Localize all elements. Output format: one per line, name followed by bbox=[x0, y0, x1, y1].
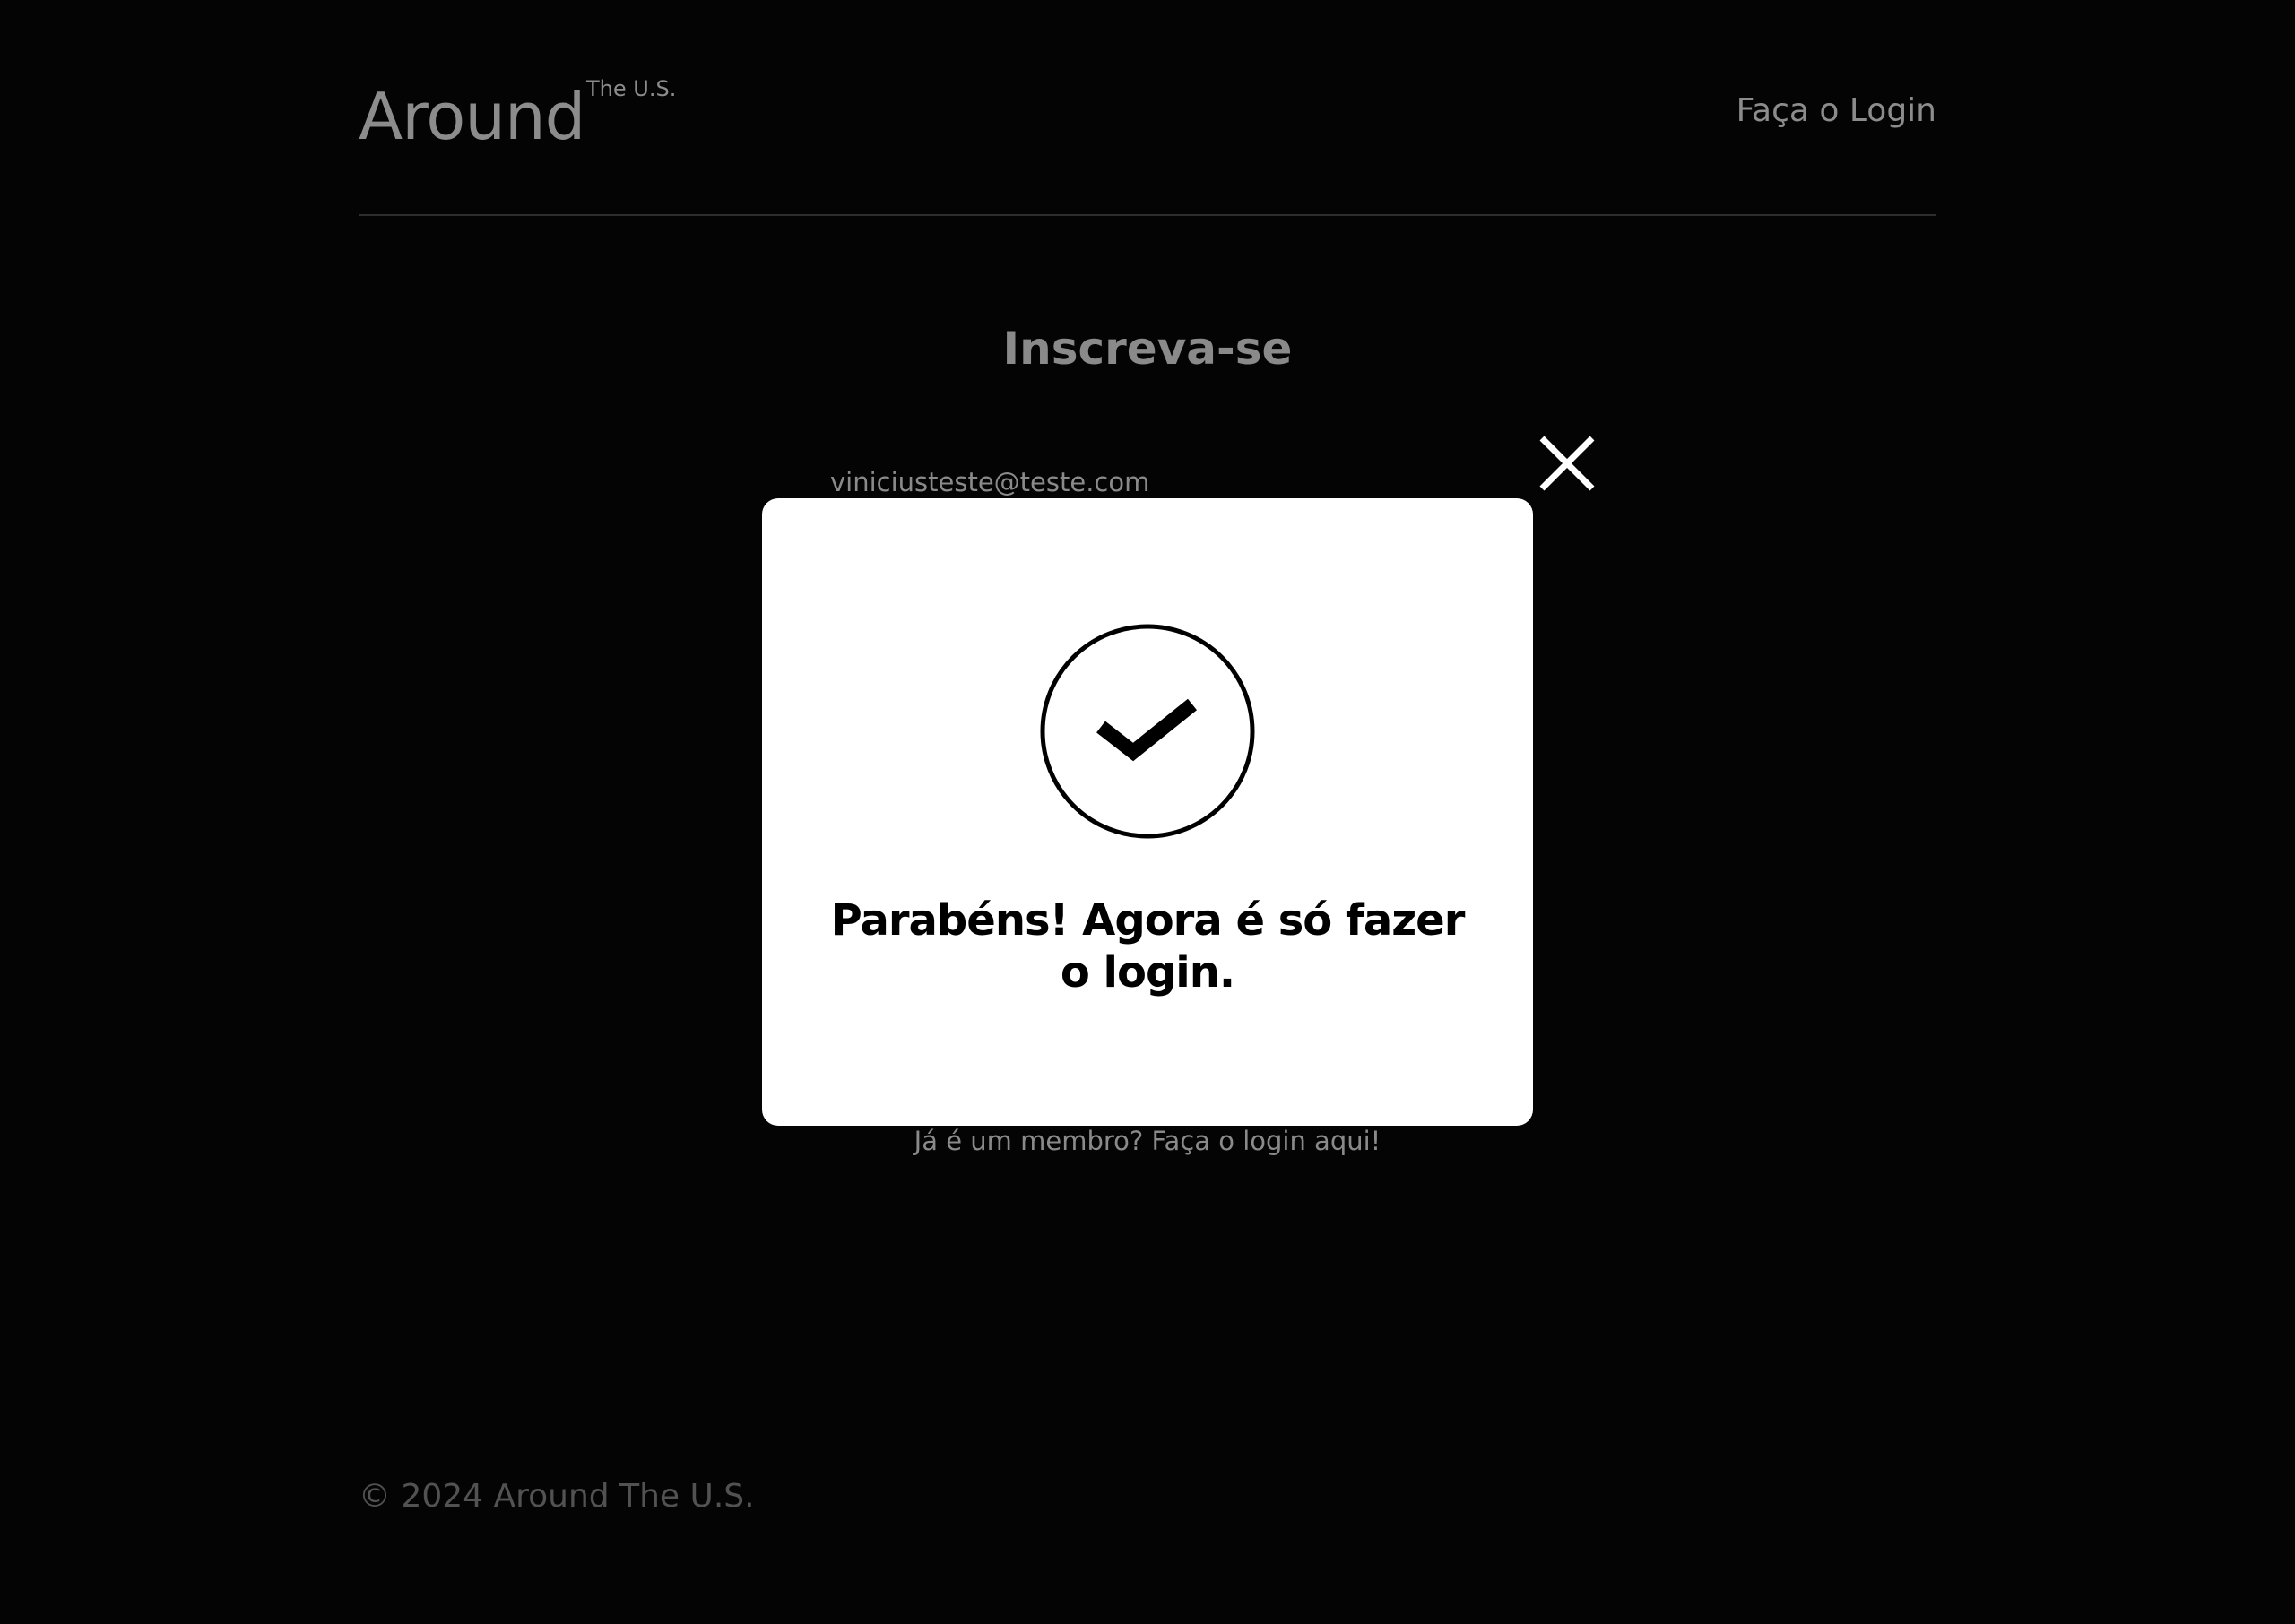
form-title: Inscreva-se bbox=[1002, 323, 1293, 375]
success-modal: Parabéns! Agora é só fazer o login. bbox=[762, 498, 1533, 1126]
check-circle-icon bbox=[1040, 624, 1255, 839]
success-message: Parabéns! Agora é só fazer o login. bbox=[830, 895, 1466, 998]
logo-main-text: Around bbox=[359, 79, 585, 154]
close-icon[interactable] bbox=[1537, 433, 1598, 494]
close-icon-svg bbox=[1539, 436, 1595, 491]
logo: Around The U.S. bbox=[359, 76, 676, 157]
logo-superscript: The U.S. bbox=[586, 76, 677, 101]
page: Around The U.S. Faça o Login Inscreva-se… bbox=[0, 0, 2295, 1624]
login-here-link[interactable]: Já é um membro? Faça o login aqui! bbox=[0, 1123, 2295, 1159]
email-field[interactable]: viniciusteste@teste.com bbox=[830, 464, 1149, 500]
login-link[interactable]: Faça o Login bbox=[1736, 90, 1936, 133]
footer-copyright: © 2024 Around The U.S. bbox=[359, 1478, 755, 1515]
header: Around The U.S. Faça o Login bbox=[359, 0, 1936, 216]
